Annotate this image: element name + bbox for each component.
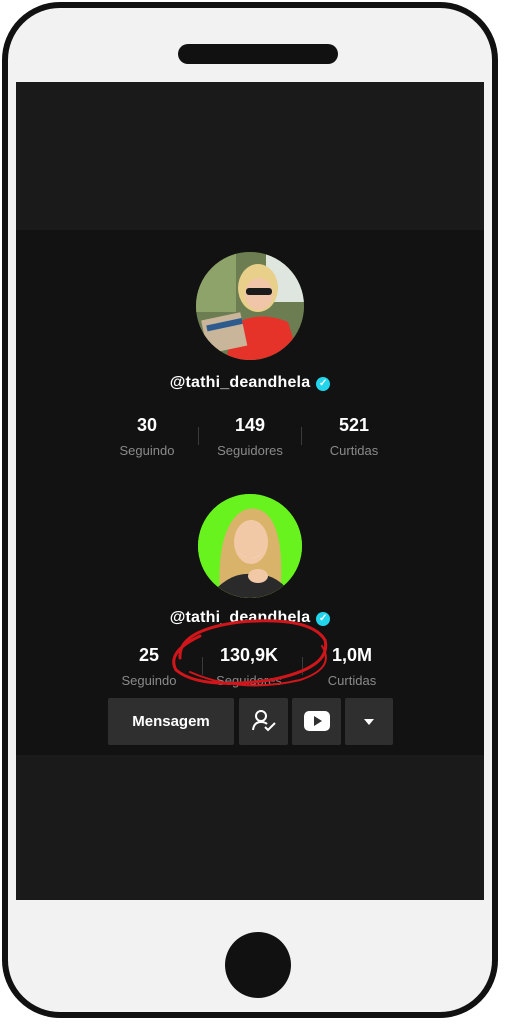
stat-followers[interactable]: 130,9K Seguidores: [194, 645, 304, 688]
stat-likes[interactable]: 521 Curtidas: [299, 415, 409, 458]
more-options-button[interactable]: [345, 698, 393, 745]
profile-action-buttons: Mensagem: [108, 698, 398, 746]
user-check-icon: [251, 710, 276, 732]
following-button[interactable]: [239, 698, 288, 745]
stat-likes[interactable]: 1,0M Curtidas: [297, 645, 407, 688]
handle-text: @tathi_deandhela: [169, 609, 311, 626]
speaker-slot: [178, 44, 338, 64]
profile-avatar[interactable]: [196, 252, 304, 360]
handle-text: @tathi_deandhela: [169, 374, 311, 391]
stat-value: 130,9K: [219, 645, 279, 665]
stat-label: Seguindo: [119, 443, 175, 458]
stat-label: Seguidores: [217, 443, 283, 458]
verified-badge-icon: ✓: [316, 612, 331, 626]
stat-following[interactable]: 30 Seguindo: [92, 415, 202, 458]
stat-label: Seguidores: [216, 673, 282, 688]
stat-value: 30: [136, 415, 158, 435]
verified-badge-icon: ✓: [316, 377, 331, 391]
stat-value: 1,0M: [331, 645, 373, 665]
profile-avatar[interactable]: [198, 494, 302, 598]
profile-handle: @tathi_deandhela ✓: [16, 374, 484, 392]
profile-card-new: @tathi_deandhela ✓ 25 Seguindo 130,9K Seg…: [16, 485, 484, 755]
avatar-photo-icon: [196, 252, 304, 360]
stat-value: 25: [138, 645, 160, 665]
triangle-down-icon: [364, 719, 374, 725]
profile-handle: @tathi_deandhela ✓: [16, 609, 484, 627]
home-button[interactable]: [225, 932, 291, 998]
youtube-link-button[interactable]: [292, 698, 341, 745]
stat-followers[interactable]: 149 Seguidores: [195, 415, 305, 458]
message-button[interactable]: Mensagem: [108, 698, 234, 745]
stat-value: 521: [338, 415, 370, 435]
phone-screen: @tathi_deandhela ✓ 30 Seguindo 149 Seguid…: [16, 82, 484, 900]
youtube-icon: [303, 711, 330, 731]
stat-label: Seguindo: [121, 673, 177, 688]
stat-following[interactable]: 25 Seguindo: [94, 645, 204, 688]
avatar-photo-icon: [198, 494, 302, 598]
stat-label: Curtidas: [327, 673, 377, 688]
stat-label: Curtidas: [329, 443, 379, 458]
stat-value: 149: [234, 415, 266, 435]
